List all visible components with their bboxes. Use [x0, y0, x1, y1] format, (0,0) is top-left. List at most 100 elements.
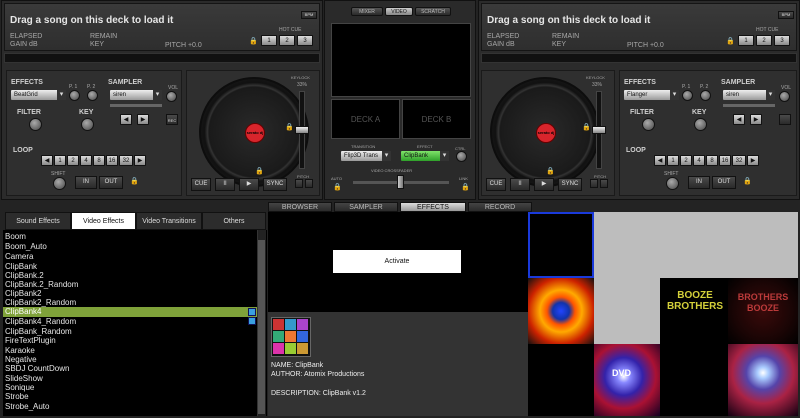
- tab-scratch[interactable]: SCRATCH: [415, 7, 451, 16]
- deck-right-cue-button[interactable]: CUE: [486, 178, 506, 191]
- clip-slot-selected[interactable]: [528, 212, 594, 278]
- video-crossfader-thumb[interactable]: [397, 175, 404, 189]
- deck-left-rec-button[interactable]: REC: [166, 114, 178, 125]
- transition-dropdown[interactable]: Flip3D Trans: [341, 151, 391, 161]
- deck-left-hotcue-2[interactable]: 2: [279, 35, 295, 46]
- clip-slot[interactable]: [728, 344, 798, 416]
- deck-right-pause-button[interactable]: II: [510, 178, 530, 191]
- list-item[interactable]: Strobe: [5, 393, 29, 401]
- list-item[interactable]: Sonique: [5, 384, 34, 392]
- selected-indicator-icon[interactable]: [248, 308, 256, 316]
- deck-left-shift-knob[interactable]: [53, 177, 66, 190]
- activate-button[interactable]: Activate: [333, 250, 461, 273]
- deck-left-pause-button[interactable]: II: [215, 178, 235, 191]
- deck-right-loop-2[interactable]: 2: [680, 155, 692, 166]
- deck-left-pitch-down[interactable]: [295, 179, 303, 188]
- deck-right-loop-4[interactable]: 4: [693, 155, 705, 166]
- deck-left-pitch-up[interactable]: [305, 179, 313, 188]
- deck-right-loop-8[interactable]: 8: [706, 155, 718, 166]
- deck-left-loop-next[interactable]: ▶: [134, 155, 146, 166]
- deck-right-loop-16[interactable]: 16: [719, 155, 731, 166]
- deck-left-loop-1[interactable]: 1: [54, 155, 66, 166]
- list-item[interactable]: ClipBank4_Random: [5, 318, 76, 326]
- clip-slot[interactable]: [528, 278, 594, 344]
- deck-left-bpm-button[interactable]: BPM: [301, 11, 317, 19]
- deck-left-sampler-next[interactable]: ▶: [137, 114, 149, 125]
- deck-left-play-button[interactable]: ▶: [239, 178, 259, 191]
- deck-right-param2-knob[interactable]: [700, 90, 711, 101]
- list-item-selected[interactable]: ClipBank4: [5, 308, 41, 316]
- list-item[interactable]: ClipBank2: [5, 290, 41, 298]
- deck-left-filter-knob[interactable]: [29, 118, 42, 131]
- deck-right-sync-button[interactable]: SYNC: [558, 178, 582, 191]
- deck-right-pitch-down[interactable]: [590, 179, 598, 188]
- deck-left-param2-knob[interactable]: [87, 90, 98, 101]
- list-item[interactable]: Boom: [5, 233, 26, 241]
- tab-browser[interactable]: BROWSER: [268, 202, 332, 212]
- deck-left-loop-2[interactable]: 2: [67, 155, 79, 166]
- deck-right-waveform[interactable]: [481, 53, 797, 63]
- deck-left-loop-32[interactable]: 32: [119, 155, 133, 166]
- deck-right-hotcue-2[interactable]: 2: [756, 35, 772, 46]
- deck-left-hotcue-1[interactable]: 1: [261, 35, 277, 46]
- list-item[interactable]: ClipBank.2: [5, 272, 44, 280]
- deck-right-loop-32[interactable]: 32: [732, 155, 746, 166]
- list-item[interactable]: ClipBank: [5, 263, 37, 271]
- tab-video-effects[interactable]: Video Effects: [71, 212, 136, 230]
- list-item[interactable]: Strobe_Auto: [5, 403, 49, 411]
- deck-left-out-button[interactable]: OUT: [99, 176, 123, 189]
- deck-left-sync-button[interactable]: SYNC: [263, 178, 287, 191]
- clip-slot[interactable]: BROTHERS BOOZE: [728, 278, 798, 344]
- deck-right-key-knob[interactable]: [694, 118, 707, 131]
- list-item[interactable]: Boom_Auto: [5, 243, 47, 251]
- clip-slot[interactable]: [660, 344, 728, 416]
- deck-right-pitch-thumb[interactable]: [592, 126, 606, 134]
- ctrl-knob[interactable]: [456, 151, 467, 162]
- list-item[interactable]: ClipBank.2_Random: [5, 281, 78, 289]
- list-item[interactable]: Camera: [5, 253, 33, 261]
- deck-right-pitch-up[interactable]: [600, 179, 608, 188]
- deck-right-sampler-toggle[interactable]: [779, 114, 791, 125]
- deck-left-loop-16[interactable]: 16: [106, 155, 118, 166]
- list-item[interactable]: Karaoke: [5, 347, 35, 355]
- deck-right-in-button[interactable]: IN: [688, 176, 710, 189]
- deck-right-info[interactable]: Drag a song on this deck to load it ELAP…: [481, 3, 797, 51]
- deck-left-in-button[interactable]: IN: [75, 176, 97, 189]
- deck-left-loop-prev[interactable]: ◀: [41, 155, 53, 166]
- effect-dropdown[interactable]: ClipBank: [401, 151, 449, 161]
- tab-record[interactable]: RECORD: [468, 202, 532, 212]
- deck-right-loop-prev[interactable]: ◀: [654, 155, 666, 166]
- deck-right-hotcue-3[interactable]: 3: [774, 35, 790, 46]
- deck-right-filter-knob[interactable]: [642, 118, 655, 131]
- clip-slot[interactable]: [528, 344, 594, 416]
- deck-left-pitch-thumb[interactable]: [295, 126, 309, 134]
- selected-indicator-icon[interactable]: [248, 317, 256, 325]
- deck-right-sampler-prev[interactable]: ◀: [733, 114, 745, 125]
- tab-sound-effects[interactable]: Sound Effects: [5, 212, 71, 230]
- deck-left-cue-button[interactable]: CUE: [191, 178, 211, 191]
- tab-video[interactable]: VIDEO: [385, 7, 413, 16]
- deck-left-effect-dropdown[interactable]: BeatGrid: [11, 90, 66, 100]
- deck-right-hotcue-1[interactable]: 1: [738, 35, 754, 46]
- list-item[interactable]: FireTextPlugin: [5, 337, 56, 345]
- deck-right-sampler-vol-knob[interactable]: [779, 91, 790, 102]
- deck-right-loop-next[interactable]: ▶: [747, 155, 759, 166]
- deck-right-loop-1[interactable]: 1: [667, 155, 679, 166]
- deck-right-out-button[interactable]: OUT: [712, 176, 736, 189]
- deck-right-sampler-dropdown[interactable]: siren: [723, 90, 775, 100]
- deck-left-info[interactable]: Drag a song on this deck to load it ELAP…: [4, 3, 320, 51]
- deck-left-loop-8[interactable]: 8: [93, 155, 105, 166]
- tab-sampler[interactable]: SAMPLER: [334, 202, 398, 212]
- tab-effects[interactable]: EFFECTS: [400, 202, 466, 212]
- deck-left-sampler-vol-knob[interactable]: [166, 91, 177, 102]
- deck-left-platter[interactable]: serato dj: [199, 77, 309, 187]
- deck-left-key-knob[interactable]: [81, 118, 94, 131]
- deck-right-play-button[interactable]: ▶: [534, 178, 554, 191]
- clip-slot[interactable]: DVD: [594, 344, 660, 416]
- deck-right-bpm-button[interactable]: BPM: [778, 11, 794, 19]
- deck-left-sampler-dropdown[interactable]: siren: [110, 90, 162, 100]
- list-item[interactable]: SlideShow: [5, 375, 43, 383]
- effects-list-scroll-thumb[interactable]: [258, 240, 265, 414]
- list-item[interactable]: SBDJ CountDown: [5, 365, 69, 373]
- tab-others[interactable]: Others: [202, 212, 266, 230]
